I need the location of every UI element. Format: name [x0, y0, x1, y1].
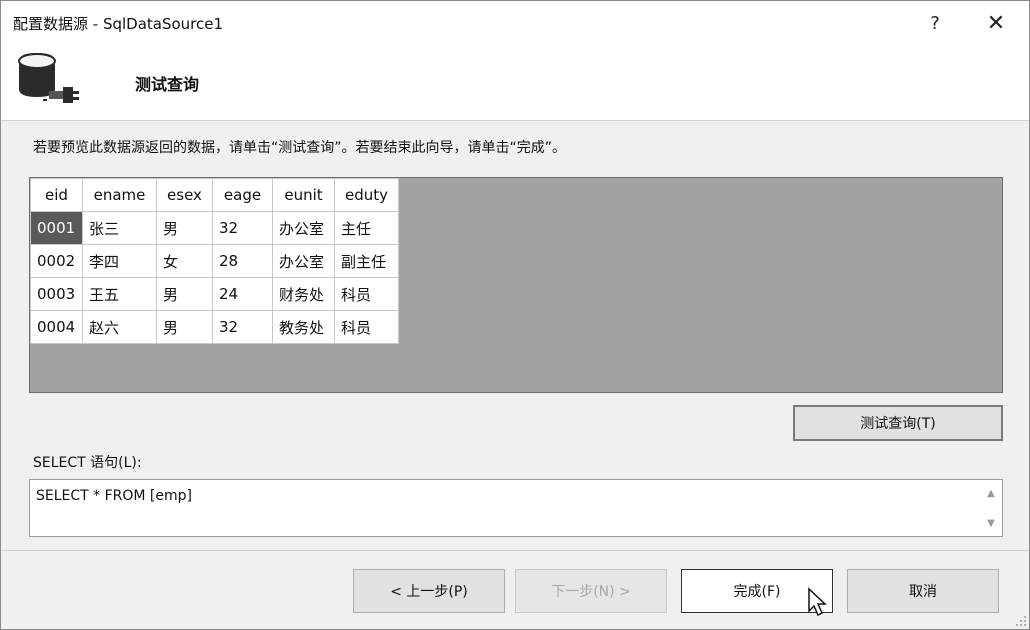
- grid-cell[interactable]: 办公室: [272, 211, 335, 245]
- table-row[interactable]: 0001 张三 男 32 办公室 主任: [30, 211, 399, 245]
- grid-cell[interactable]: 教务处: [272, 310, 335, 344]
- scroll-down-icon[interactable]: ▼: [980, 514, 1002, 532]
- grid-cell[interactable]: 男: [156, 211, 213, 245]
- test-query-button[interactable]: 测试查询(T): [793, 405, 1003, 441]
- next-button[interactable]: 下一步(N) >: [515, 569, 667, 613]
- page-title: 测试查询: [135, 75, 200, 94]
- grid-cell[interactable]: 财务处: [272, 277, 335, 311]
- vertical-scrollbar[interactable]: ▲ ▼: [980, 480, 1002, 536]
- select-statement-box[interactable]: SELECT * FROM [emp] ▲ ▼: [29, 479, 1003, 537]
- grid-cell[interactable]: 办公室: [272, 244, 335, 278]
- grid-cell[interactable]: 32: [212, 310, 273, 344]
- window-title: 配置数据源 - SqlDataSource1: [13, 15, 224, 33]
- database-connection-icon: [18, 53, 79, 103]
- grid-cell[interactable]: 王五: [82, 277, 157, 311]
- grid-cell[interactable]: 男: [156, 277, 213, 311]
- close-button[interactable]: ✕: [976, 7, 1016, 39]
- grid-cell[interactable]: 0001: [30, 211, 83, 245]
- grid-cell[interactable]: 0003: [30, 277, 83, 311]
- mouse-pointer-icon: [808, 587, 827, 617]
- grid-cell[interactable]: 男: [156, 310, 213, 344]
- grid-cell[interactable]: 32: [212, 211, 273, 245]
- column-header[interactable]: eid: [30, 178, 83, 212]
- column-header[interactable]: eage: [212, 178, 273, 212]
- cancel-button[interactable]: 取消: [847, 569, 999, 613]
- footer-divider: [1, 550, 1029, 551]
- grid-cell[interactable]: 24: [212, 277, 273, 311]
- grid-cell[interactable]: 0002: [30, 244, 83, 278]
- table-row[interactable]: 0003 王五 男 24 财务处 科员: [30, 277, 399, 311]
- select-statement-text[interactable]: SELECT * FROM [emp]: [36, 488, 192, 504]
- grid-cell[interactable]: 张三: [82, 211, 157, 245]
- grid-cell[interactable]: 赵六: [82, 310, 157, 344]
- column-header[interactable]: esex: [156, 178, 213, 212]
- grid-cell[interactable]: 28: [212, 244, 273, 278]
- table-row[interactable]: 0002 李四 女 28 办公室 副主任: [30, 244, 399, 278]
- results-grid[interactable]: eid ename esex eage eunit eduty 0001 张三 …: [30, 178, 399, 344]
- wizard-header: 测试查询: [1, 45, 1029, 121]
- grid-cell[interactable]: 副主任: [334, 244, 399, 278]
- select-statement-label: SELECT 语句(L):: [33, 455, 142, 471]
- grid-cell[interactable]: 科员: [334, 310, 399, 344]
- help-button[interactable]: ?: [915, 7, 955, 39]
- column-header[interactable]: eunit: [272, 178, 335, 212]
- grid-cell[interactable]: 李四: [82, 244, 157, 278]
- column-header[interactable]: eduty: [334, 178, 399, 212]
- grid-header-row: eid ename esex eage eunit eduty: [30, 178, 399, 212]
- grid-cell[interactable]: 0004: [30, 310, 83, 344]
- instruction-text: 若要预览此数据源返回的数据，请单击“测试查询”。若要结束此向导，请单击“完成”。: [33, 140, 567, 156]
- scroll-up-icon[interactable]: ▲: [980, 484, 1002, 502]
- title-bar: 配置数据源 - SqlDataSource1 ? ✕: [1, 1, 1029, 45]
- resize-grip-icon[interactable]: [1015, 615, 1027, 627]
- grid-cell[interactable]: 主任: [334, 211, 399, 245]
- table-row[interactable]: 0004 赵六 男 32 教务处 科员: [30, 310, 399, 344]
- column-header[interactable]: ename: [82, 178, 157, 212]
- configure-datasource-dialog: 配置数据源 - SqlDataSource1 ? ✕ 测试查询 若要预览此数据源…: [0, 0, 1030, 630]
- previous-button[interactable]: < 上一步(P): [353, 569, 505, 613]
- grid-cell[interactable]: 女: [156, 244, 213, 278]
- results-grid-area[interactable]: eid ename esex eage eunit eduty 0001 张三 …: [29, 177, 1003, 393]
- grid-cell[interactable]: 科员: [334, 277, 399, 311]
